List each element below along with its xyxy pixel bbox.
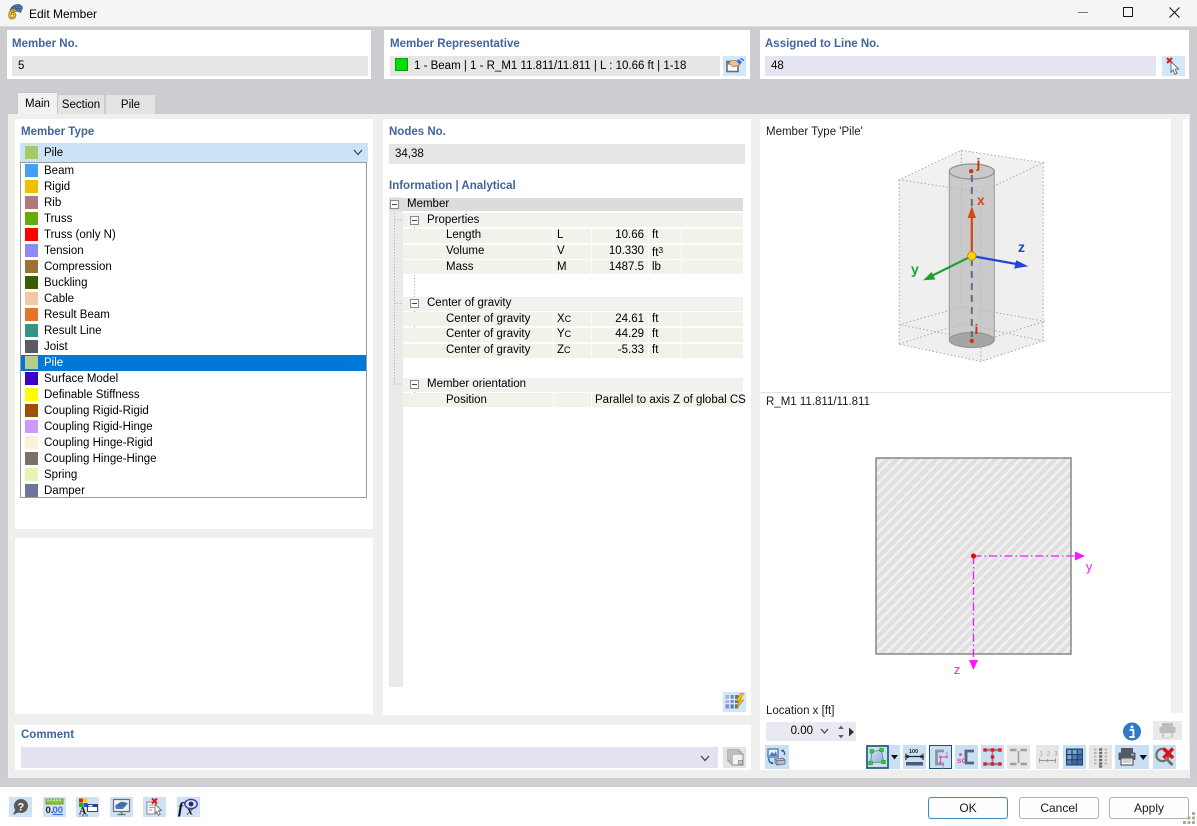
svg-text:y: y — [1086, 560, 1093, 574]
svg-text:y: y — [911, 261, 919, 277]
svg-text:1 2 3: 1 2 3 — [1040, 752, 1059, 758]
svg-text:sc: sc — [957, 756, 966, 765]
svg-text:1 B Ib: 1 B Ib — [79, 814, 88, 818]
svg-text:f: f — [178, 800, 185, 817]
svg-text:?: ? — [18, 802, 25, 814]
svg-text:x: x — [186, 804, 193, 818]
svg-text:6: 6 — [8, 6, 17, 20]
svg-text:100: 100 — [909, 749, 918, 755]
svg-text:z: z — [1018, 239, 1025, 255]
svg-text:x: x — [977, 192, 985, 208]
svg-text:z: z — [954, 663, 960, 677]
svg-text:j: j — [976, 155, 981, 171]
svg-text:i: i — [975, 321, 979, 337]
svg-text:y: y — [946, 751, 949, 757]
svg-text:z: z — [942, 765, 945, 771]
